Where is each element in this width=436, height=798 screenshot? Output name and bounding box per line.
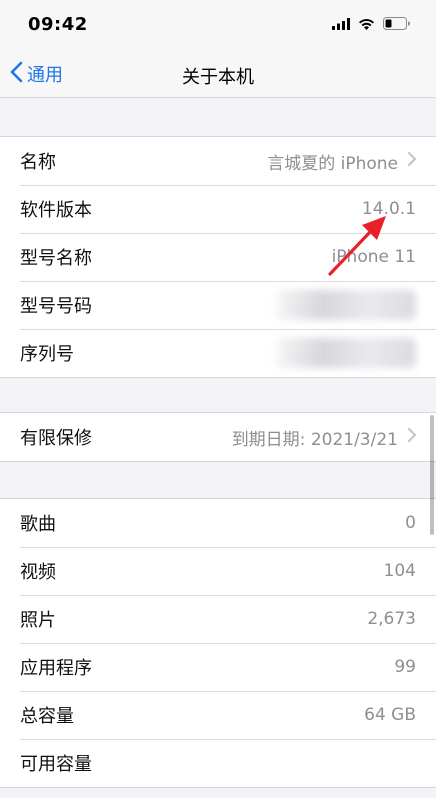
device-name-value: 言城夏的 iPhone (267, 153, 398, 174)
row-available-capacity: 可用容量 (0, 739, 436, 787)
row-model-name: 型号名称 iPhone 11 (0, 233, 436, 281)
row-label: 照片 (20, 610, 56, 631)
navigation-bar: 通用 关于本机 (0, 50, 436, 98)
row-label: 型号号码 (20, 296, 92, 317)
model-name-value: iPhone 11 (331, 247, 416, 267)
total-capacity-value: 64 GB (364, 705, 416, 725)
row-label: 型号名称 (20, 248, 92, 269)
row-total-capacity: 总容量 64 GB (0, 691, 436, 739)
row-applications: 应用程序 99 (0, 643, 436, 691)
row-device-name[interactable]: 名称 言城夏的 iPhone (0, 137, 436, 185)
status-icons (332, 16, 410, 32)
blurred-serial-number (276, 338, 416, 368)
songs-value: 0 (405, 513, 416, 533)
row-label: 有限保修 (20, 428, 92, 449)
status-bar: 09:42 (0, 0, 436, 50)
row-label: 视频 (20, 562, 56, 583)
media-stats-group: 歌曲 0 视频 104 照片 2,673 应用程序 99 总容量 64 GB 可… (0, 498, 436, 788)
warranty-group: 有限保修 到期日期: 2021/3/21 (0, 412, 436, 462)
row-photos: 照片 2,673 (0, 595, 436, 643)
photos-value: 2,673 (367, 609, 416, 629)
row-model-number[interactable]: 型号号码 (0, 281, 436, 329)
status-time: 09:42 (28, 14, 88, 35)
row-label: 可用容量 (20, 754, 92, 775)
cellular-signal-icon (332, 15, 350, 34)
software-version-value: 14.0.1 (361, 199, 416, 219)
row-software-version: 软件版本 14.0.1 (0, 185, 436, 233)
row-label: 软件版本 (20, 200, 92, 221)
row-label: 歌曲 (20, 514, 56, 535)
row-serial-number: 序列号 (0, 329, 436, 377)
wifi-icon (358, 15, 375, 34)
row-value: 到期日期: 2021/3/21 (232, 425, 416, 450)
row-value: 言城夏的 iPhone (267, 149, 416, 174)
battery-icon (383, 15, 410, 34)
row-label: 序列号 (20, 344, 74, 365)
row-label: 名称 (20, 152, 56, 173)
chevron-right-icon (408, 427, 416, 447)
chevron-right-icon (408, 151, 416, 171)
videos-value: 104 (383, 561, 416, 581)
row-videos: 视频 104 (0, 547, 436, 595)
row-limited-warranty[interactable]: 有限保修 到期日期: 2021/3/21 (0, 413, 436, 461)
scrollbar[interactable] (430, 415, 434, 535)
device-info-group: 名称 言城夏的 iPhone 软件版本 14.0.1 型号名称 iPhone 1… (0, 136, 436, 378)
applications-value: 99 (394, 657, 416, 677)
row-label: 应用程序 (20, 658, 92, 679)
page-title: 关于本机 (182, 67, 254, 88)
warranty-expiry-value: 到期日期: 2021/3/21 (231, 429, 398, 450)
row-label: 总容量 (20, 706, 74, 727)
row-songs: 歌曲 0 (0, 499, 436, 547)
blurred-model-number (276, 290, 416, 320)
